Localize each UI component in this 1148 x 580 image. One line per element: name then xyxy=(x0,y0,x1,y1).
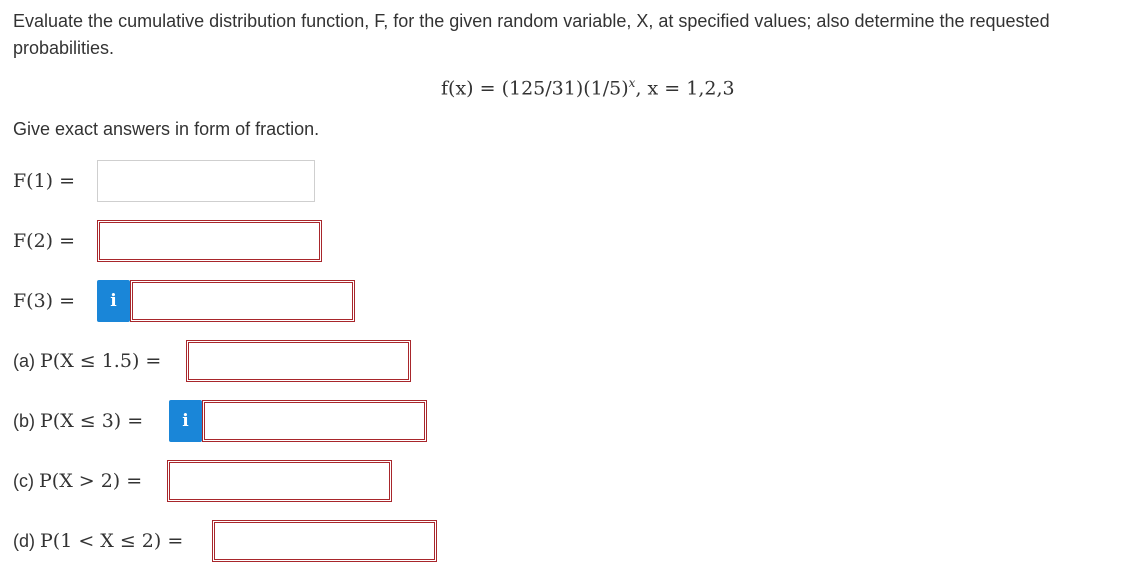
answer-input-a[interactable] xyxy=(186,340,411,382)
answer-label-b: (b) P(X ≤ 3) = xyxy=(13,410,144,432)
info-icon-button[interactable]: i xyxy=(97,280,130,322)
info-icon: i xyxy=(182,411,189,431)
instruction-text: Give exact answers in form of fraction. xyxy=(13,119,320,139)
info-icon: i xyxy=(110,291,117,311)
answer-input-f2[interactable] xyxy=(97,220,322,262)
formula-equals: = xyxy=(473,77,502,100)
answer-label-a: (a) P(X ≤ 1.5) = xyxy=(13,350,162,372)
answer-label-f3: F(3) = xyxy=(13,290,76,312)
answer-label-f1: F(1) = xyxy=(13,170,76,192)
answer-label-d: (d) P(1 < X ≤ 2) = xyxy=(13,530,184,552)
answer-row-d: (d) P(1 < X ≤ 2) = xyxy=(13,519,437,563)
answer-input-f1[interactable] xyxy=(97,160,315,202)
answer-label-c: (c) P(X > 2) = xyxy=(13,470,143,492)
formula-domain: , x = 1,2,3 xyxy=(635,77,735,100)
answer-input-c[interactable] xyxy=(167,460,392,502)
question-text: Evaluate the cumulative distribution fun… xyxy=(13,11,1050,58)
pmf-formula: f(x) = (125/31)(1/5)x, x = 1,2,3 xyxy=(441,76,735,99)
answer-row-f1: F(1) = xyxy=(13,159,315,203)
answer-row-a: (a) P(X ≤ 1.5) = xyxy=(13,339,411,383)
answer-row-c: (c) P(X > 2) = xyxy=(13,459,392,503)
answer-label-f2: F(2) = xyxy=(13,230,76,252)
answer-row-b: (b) P(X ≤ 3) = i xyxy=(13,399,427,443)
info-icon-button-b[interactable]: i xyxy=(169,400,202,442)
answer-input-d[interactable] xyxy=(212,520,437,562)
answer-input-b[interactable] xyxy=(202,400,427,442)
formula-rhs: (125/31)(1/5) xyxy=(501,77,629,100)
answer-row-f3: F(3) = i xyxy=(13,279,355,323)
answer-input-f3[interactable] xyxy=(130,280,355,322)
formula-lhs: f(x) xyxy=(441,77,474,100)
answer-row-f2: F(2) = xyxy=(13,219,322,263)
